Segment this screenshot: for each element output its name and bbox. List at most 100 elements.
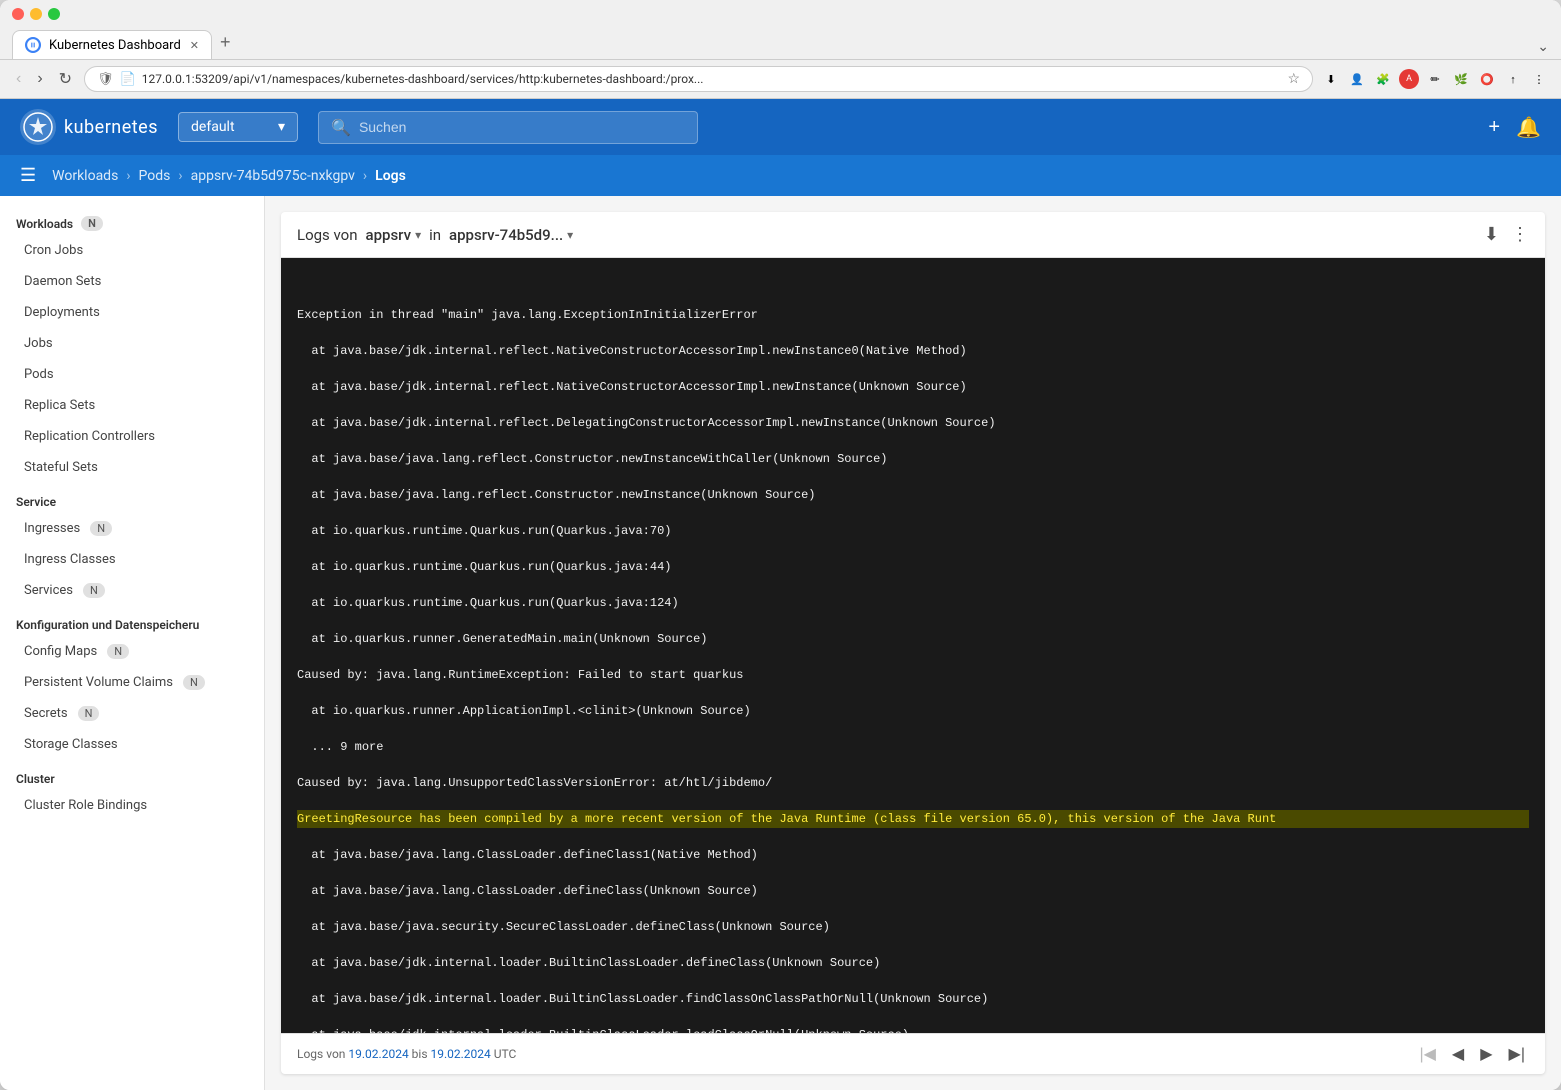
footer-date-from[interactable]: 19.02.2024 xyxy=(348,1047,408,1061)
sidebar-item-pods[interactable]: Pods xyxy=(0,359,264,390)
ext-pencil-icon[interactable]: ✏ xyxy=(1425,69,1445,89)
forward-button[interactable]: › xyxy=(33,68,46,90)
container-name: appsrv xyxy=(366,226,412,244)
config-maps-label: Config Maps xyxy=(24,644,97,659)
close-button[interactable] xyxy=(12,8,24,20)
container-dropdown-arrow-icon: ▾ xyxy=(415,228,421,242)
sidebar-item-secrets[interactable]: Secrets N xyxy=(0,698,264,729)
services-label: Services xyxy=(24,583,73,598)
sidebar-item-replica-sets[interactable]: Replica Sets xyxy=(0,390,264,421)
new-tab-button[interactable]: + xyxy=(212,28,239,57)
pods-label: Pods xyxy=(24,367,54,382)
ingress-classes-label: Ingress Classes xyxy=(24,552,116,567)
tab-title: Kubernetes Dashboard xyxy=(49,38,181,53)
footer-suffix: UTC xyxy=(494,1047,517,1061)
footer-between: bis xyxy=(412,1047,431,1061)
breadcrumb: ☰ Workloads › Pods › appsrv-74b5d975c-nx… xyxy=(0,155,1561,196)
sidebar-item-replication-controllers[interactable]: Replication Controllers xyxy=(0,421,264,452)
namespace-selector[interactable]: default ▾ xyxy=(178,112,298,142)
app-logo: kubernetes xyxy=(20,109,158,145)
sidebar-item-deployments[interactable]: Deployments xyxy=(0,297,264,328)
more-options-button[interactable]: ⋮ xyxy=(1511,224,1529,245)
maximize-button[interactable] xyxy=(48,8,60,20)
tab-favicon xyxy=(25,37,41,53)
footer-date-to[interactable]: 19.02.2024 xyxy=(431,1047,491,1061)
sidebar-item-services[interactable]: Services N xyxy=(0,575,264,606)
pod-dropdown-arrow-icon: ▾ xyxy=(567,228,573,242)
browser-tab[interactable]: Kubernetes Dashboard ✕ xyxy=(12,30,212,59)
cluster-role-bindings-label: Cluster Role Bindings xyxy=(24,798,147,813)
logs-actions: ⬇ ⋮ xyxy=(1484,224,1529,245)
add-button[interactable]: + xyxy=(1488,116,1500,139)
address-bar[interactable]: 🛡 📄 127.0.0.1:53209/api/v1/namespaces/ku… xyxy=(84,66,1313,92)
breadcrumb-pod-name[interactable]: appsrv-74b5d975c-nxkgpv xyxy=(191,168,355,184)
sidebar-section-config: Konfiguration und Datenspeicheru xyxy=(0,606,264,636)
tab-close-button[interactable]: ✕ xyxy=(190,39,199,52)
ext-red-icon[interactable]: A xyxy=(1399,69,1419,89)
sidebar-item-config-maps[interactable]: Config Maps N xyxy=(0,636,264,667)
config-label: Konfiguration und Datenspeicheru xyxy=(16,618,199,632)
logs-header: Logs von appsrv ▾ in appsrv-74b5d9... ▾ … xyxy=(281,212,1545,258)
secrets-badge: N xyxy=(78,706,100,721)
breadcrumb-sep-2: › xyxy=(178,168,182,184)
menu-icon[interactable]: ⋮ xyxy=(1529,69,1549,89)
pod-name: appsrv-74b5d9... xyxy=(449,226,563,244)
refresh-button[interactable]: ↻ xyxy=(55,67,76,91)
config-maps-badge: N xyxy=(107,644,129,659)
download-logs-button[interactable]: ⬇ xyxy=(1484,224,1499,245)
breadcrumb-workloads[interactable]: Workloads xyxy=(52,168,118,184)
sidebar-section-service: Service xyxy=(0,483,264,513)
logs-prev-button[interactable]: ◀ xyxy=(1448,1042,1468,1066)
minimize-button[interactable] xyxy=(30,8,42,20)
sidebar-item-ingress-classes[interactable]: Ingress Classes xyxy=(0,544,264,575)
sidebar-item-cron-jobs[interactable]: Cron Jobs xyxy=(0,235,264,266)
pod-selector[interactable]: appsrv-74b5d9... ▾ xyxy=(449,226,573,244)
search-input[interactable] xyxy=(359,119,685,135)
stateful-sets-label: Stateful Sets xyxy=(24,460,98,475)
notifications-button[interactable]: 🔔 xyxy=(1516,115,1541,140)
ext-leaf-icon[interactable]: 🌿 xyxy=(1451,69,1471,89)
container-selector[interactable]: appsrv ▾ xyxy=(362,226,422,244)
hamburger-menu[interactable]: ☰ xyxy=(20,165,36,186)
jobs-label: Jobs xyxy=(24,336,53,351)
logs-next-button[interactable]: ▶ xyxy=(1476,1042,1496,1066)
sidebar-item-daemon-sets[interactable]: Daemon Sets xyxy=(0,266,264,297)
sidebar-item-stateful-sets[interactable]: Stateful Sets xyxy=(0,452,264,483)
logs-title: Logs von appsrv ▾ in appsrv-74b5d9... ▾ xyxy=(297,226,573,244)
window-controls: ⌄ xyxy=(1537,39,1549,55)
service-label: Service xyxy=(16,495,56,509)
replica-sets-label: Replica Sets xyxy=(24,398,95,413)
search-bar[interactable]: 🔍 xyxy=(318,111,698,144)
namespace-value: default xyxy=(191,119,235,135)
secrets-label: Secrets xyxy=(24,706,68,721)
bookmark-icon[interactable]: ☆ xyxy=(1287,71,1300,87)
logs-last-page-button[interactable]: ▶| xyxy=(1505,1042,1529,1066)
address-text: 127.0.0.1:53209/api/v1/namespaces/kubern… xyxy=(142,72,1282,86)
sidebar-item-jobs[interactable]: Jobs xyxy=(0,328,264,359)
cron-jobs-label: Cron Jobs xyxy=(24,243,83,258)
sidebar-item-cluster-role-bindings[interactable]: Cluster Role Bindings xyxy=(0,790,264,821)
ingresses-label: Ingresses xyxy=(24,521,80,536)
ext-circle-icon[interactable]: ⭕ xyxy=(1477,69,1497,89)
pvc-label: Persistent Volume Claims xyxy=(24,675,173,690)
sidebar-item-pvc[interactable]: Persistent Volume Claims N xyxy=(0,667,264,698)
content-area: Logs von appsrv ▾ in appsrv-74b5d9... ▾ … xyxy=(265,196,1561,1090)
extension-icon[interactable]: 🧩 xyxy=(1373,69,1393,89)
header-actions: + 🔔 xyxy=(1488,115,1541,140)
ingresses-badge: N xyxy=(90,521,112,536)
download-icon[interactable]: ⬇ xyxy=(1321,69,1341,89)
logs-first-page-button[interactable]: |◀ xyxy=(1415,1042,1439,1066)
breadcrumb-pods[interactable]: Pods xyxy=(139,168,171,184)
profile-icon[interactable]: 👤 xyxy=(1347,69,1367,89)
pvc-badge: N xyxy=(183,675,205,690)
back-button[interactable]: ‹ xyxy=(12,68,25,90)
storage-classes-label: Storage Classes xyxy=(24,737,118,752)
sidebar-item-ingresses[interactable]: Ingresses N xyxy=(0,513,264,544)
breadcrumb-current: Logs xyxy=(375,168,406,184)
replication-controllers-label: Replication Controllers xyxy=(24,429,155,444)
security-icon: 🛡 xyxy=(97,72,114,87)
ext-share-icon[interactable]: ↑ xyxy=(1503,69,1523,89)
cluster-label: Cluster xyxy=(16,772,55,786)
sidebar-item-storage-classes[interactable]: Storage Classes xyxy=(0,729,264,760)
logs-panel: Logs von appsrv ▾ in appsrv-74b5d9... ▾ … xyxy=(281,212,1545,1074)
